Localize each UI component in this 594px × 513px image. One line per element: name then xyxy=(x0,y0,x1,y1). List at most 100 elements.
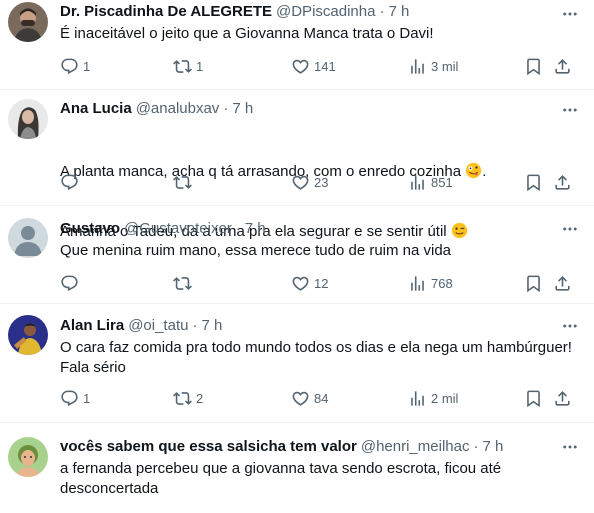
reply-icon xyxy=(60,389,79,408)
bookmark-icon xyxy=(524,173,543,192)
bookmark-icon xyxy=(524,389,543,408)
avatar[interactable] xyxy=(8,315,48,355)
tweet-time[interactable]: 7 h xyxy=(201,316,222,336)
tweet-actions: 23 851 xyxy=(60,172,582,192)
avatar[interactable] xyxy=(8,437,48,477)
views-button[interactable]: 768 xyxy=(408,273,453,293)
tweet-time[interactable]: 7 h xyxy=(482,437,503,457)
author-handle[interactable]: @henri_meilhac xyxy=(361,437,470,457)
bookmark-button[interactable] xyxy=(524,56,543,76)
author-name[interactable]: Gustavo xyxy=(60,219,120,239)
tweet[interactable]: Gustavo @Gustavoteixer · 7 h Que menina … xyxy=(0,206,594,304)
view-count: 3 mil xyxy=(431,58,459,74)
author-handle[interactable]: @Gustavoteixer xyxy=(124,219,232,239)
like-button[interactable]: 12 xyxy=(291,273,328,293)
views-icon xyxy=(408,274,427,293)
author-name[interactable]: Alan Lira xyxy=(60,316,124,336)
like-button[interactable]: 84 xyxy=(291,388,328,408)
tweet-header: Gustavo @Gustavoteixer · 7 h xyxy=(60,219,582,239)
view-count: 851 xyxy=(431,174,453,190)
tweet-time[interactable]: 7 h xyxy=(245,219,266,239)
views-button[interactable]: 3 mil xyxy=(408,56,458,76)
share-button[interactable] xyxy=(553,56,572,76)
like-button[interactable]: 23 xyxy=(291,172,328,192)
retweet-icon xyxy=(173,389,192,408)
more-icon[interactable] xyxy=(560,4,580,24)
like-button[interactable]: 141 xyxy=(291,56,336,76)
like-icon xyxy=(291,173,310,192)
tweet-text: a fernanda percebeu que a giovanna tava … xyxy=(60,460,502,497)
share-button[interactable] xyxy=(553,273,572,293)
like-icon xyxy=(291,389,310,408)
separator-dot: · xyxy=(192,317,198,334)
tweet-actions: 12 768 xyxy=(60,273,582,293)
tweet-header: vocês sabem que essa salsicha tem valor … xyxy=(60,437,582,457)
reply-icon xyxy=(60,57,79,76)
share-icon xyxy=(553,389,572,408)
view-count: 2 mil xyxy=(431,390,459,406)
share-icon xyxy=(553,173,572,192)
reply-button[interactable] xyxy=(60,172,83,192)
views-icon xyxy=(408,57,427,76)
views-icon xyxy=(408,173,427,192)
like-count: 84 xyxy=(314,390,329,406)
more-icon[interactable] xyxy=(560,316,580,336)
like-icon xyxy=(291,274,310,293)
like-count: 141 xyxy=(314,58,336,74)
retweet-button[interactable] xyxy=(173,172,196,192)
views-button[interactable]: 2 mil xyxy=(408,388,458,408)
retweet-button[interactable]: 2 xyxy=(173,388,203,408)
more-icon[interactable] xyxy=(560,437,580,457)
author-name[interactable]: Dr. Piscadinha De ALEGRETE xyxy=(60,2,272,22)
retweet-count: 1 xyxy=(196,58,204,74)
retweet-button[interactable] xyxy=(173,273,196,293)
like-count: 12 xyxy=(314,275,329,291)
tweet[interactable]: vocês sabem que essa salsicha tem valor … xyxy=(0,423,594,513)
author-handle[interactable]: @oi_tatu xyxy=(128,316,188,336)
tweet-time[interactable]: 7 h xyxy=(232,99,253,119)
share-icon xyxy=(553,57,572,76)
separator-dot: · xyxy=(473,438,479,455)
separator-dot: · xyxy=(223,100,229,117)
view-count: 768 xyxy=(431,275,453,291)
bookmark-icon xyxy=(524,57,543,76)
share-button[interactable] xyxy=(553,172,572,192)
tweet-time[interactable]: 7 h xyxy=(388,2,409,22)
avatar[interactable] xyxy=(8,99,48,139)
avatar[interactable] xyxy=(8,218,48,258)
separator-dot: · xyxy=(379,3,385,20)
retweet-icon xyxy=(173,274,192,293)
tweet-header: Alan Lira @oi_tatu · 7 h xyxy=(60,316,582,336)
retweet-icon xyxy=(173,173,192,192)
views-icon xyxy=(408,389,427,408)
separator-dot: · xyxy=(235,220,241,237)
tweet[interactable]: Alan Lira @oi_tatu · 7 h O cara faz comi… xyxy=(0,304,594,423)
tweet[interactable]: Dr. Piscadinha De ALEGRETE @DPiscadinha … xyxy=(0,0,594,90)
author-handle[interactable]: @analubxav xyxy=(136,99,220,119)
retweet-icon xyxy=(173,57,192,76)
views-button[interactable]: 851 xyxy=(408,172,453,192)
bookmark-button[interactable] xyxy=(524,388,543,408)
reply-button[interactable]: 1 xyxy=(60,388,90,408)
bookmark-button[interactable] xyxy=(524,172,543,192)
retweet-count: 2 xyxy=(196,390,204,406)
reply-button[interactable] xyxy=(60,273,83,293)
reply-count: 1 xyxy=(83,58,91,74)
like-count: 23 xyxy=(314,174,329,190)
tweet-feed: Dr. Piscadinha De ALEGRETE @DPiscadinha … xyxy=(0,0,594,513)
tweet-text: Que menina ruim mano, essa merece tudo d… xyxy=(60,242,452,259)
author-handle[interactable]: @DPiscadinha xyxy=(276,2,375,22)
share-button[interactable] xyxy=(553,388,572,408)
avatar[interactable] xyxy=(8,2,48,42)
bookmark-button[interactable] xyxy=(524,273,543,293)
tweet[interactable]: Ana Lucia @analubxav · 7 h A planta manc… xyxy=(0,90,594,240)
author-name[interactable]: vocês sabem que essa salsicha tem valor xyxy=(60,437,357,457)
share-icon xyxy=(553,274,572,293)
tweet-text: É inaceitável o jeito que a Giovanna Man… xyxy=(60,25,434,42)
more-icon[interactable] xyxy=(560,219,580,239)
reply-button[interactable]: 1 xyxy=(60,56,90,76)
more-icon[interactable] xyxy=(560,100,580,120)
author-name[interactable]: Ana Lucia xyxy=(60,99,132,119)
retweet-button[interactable]: 1 xyxy=(173,56,203,76)
tweet-header: Ana Lucia @analubxav · 7 h xyxy=(60,99,582,119)
